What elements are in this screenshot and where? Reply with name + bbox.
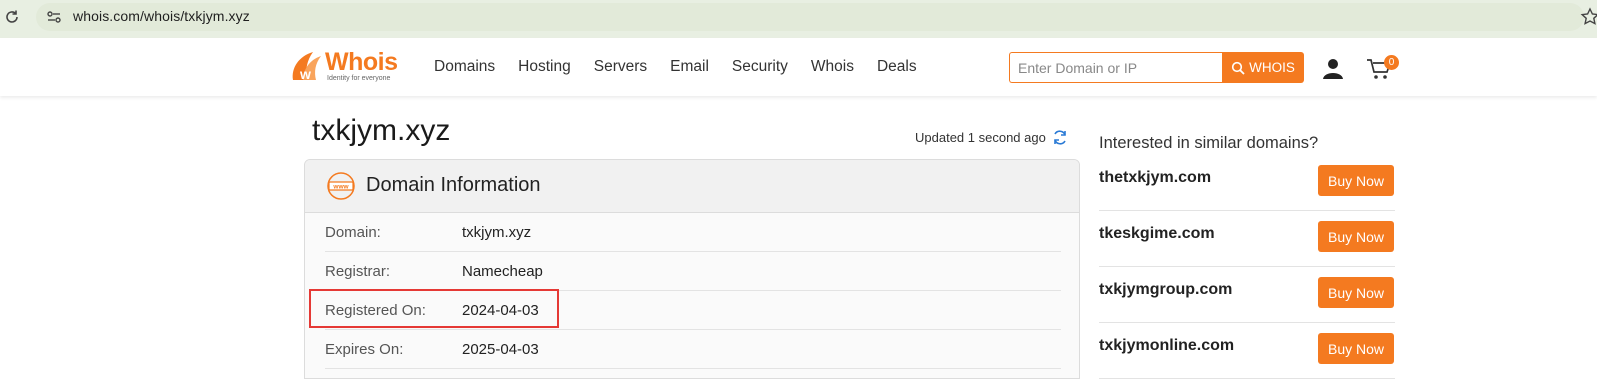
buy-now-button[interactable]: Buy Now	[1318, 333, 1394, 364]
similar-domains-title: Interested in similar domains?	[1099, 134, 1319, 152]
nav-hosting[interactable]: Hosting	[518, 58, 571, 76]
info-row-expires-on: Expires On: 2025-04-03	[325, 330, 1061, 369]
info-label: Domain:	[325, 224, 381, 241]
updated-timestamp: Updated 1 second ago	[915, 130, 1046, 145]
info-label: Expires On:	[325, 341, 404, 358]
info-row-domain: Domain: txkjym.xyz	[325, 213, 1061, 252]
site-info-icon[interactable]	[45, 8, 63, 26]
info-row-registrar: Registrar: Namecheap	[325, 252, 1061, 291]
search-icon	[1232, 61, 1245, 75]
reload-icon[interactable]	[3, 8, 21, 26]
browser-toolbar: whois.com/whois/txkjym.xyz	[0, 0, 1597, 38]
nav-security[interactable]: Security	[732, 58, 788, 76]
nav-whois[interactable]: Whois	[811, 58, 854, 76]
refresh-icon[interactable]	[1052, 129, 1068, 146]
logo-wordmark: Whois	[325, 48, 398, 76]
panel-title: Domain Information	[366, 174, 541, 196]
whois-search-button[interactable]: WHOIS	[1222, 52, 1304, 83]
suggestion-item: thetxkjym.com Buy Now	[1099, 155, 1395, 211]
www-globe-icon: www	[327, 172, 355, 200]
info-value: txkjym.xyz	[462, 224, 532, 241]
domain-information-panel: www Domain Information Domain: txkjym.xy…	[304, 159, 1080, 379]
whois-logo-mark-icon: w	[292, 52, 321, 82]
nav-email[interactable]: Email	[670, 58, 709, 76]
buy-now-button[interactable]: Buy Now	[1318, 221, 1394, 252]
registered-on-highlight-box	[309, 289, 559, 328]
address-bar[interactable]	[36, 3, 1584, 31]
panel-header: www Domain Information	[305, 160, 1079, 213]
buy-now-button[interactable]: Buy Now	[1318, 165, 1394, 196]
info-value: Namecheap	[462, 263, 543, 280]
buy-now-button[interactable]: Buy Now	[1318, 277, 1394, 308]
suggested-domain-name[interactable]: tkeskgime.com	[1099, 225, 1215, 243]
suggestion-item: txkjymgroup.com Buy Now	[1099, 267, 1395, 323]
site-header: w Whois Identity for everyone Domains Ho…	[0, 38, 1597, 96]
bookmark-star-icon[interactable]	[1580, 7, 1597, 27]
domain-search-input[interactable]	[1009, 52, 1223, 83]
suggested-domain-name[interactable]: txkjymgroup.com	[1099, 281, 1232, 299]
whois-search-label: WHOIS	[1249, 60, 1295, 75]
svg-text:w: w	[299, 66, 311, 82]
suggestion-item: tkeskgime.com Buy Now	[1099, 211, 1395, 267]
suggested-domain-name[interactable]: txkjymonline.com	[1099, 337, 1234, 355]
nav-deals[interactable]: Deals	[877, 58, 917, 76]
nav-domains[interactable]: Domains	[434, 58, 495, 76]
info-label: Registrar:	[325, 263, 391, 280]
suggestion-item: txkjymonline.com Buy Now	[1099, 323, 1395, 379]
whois-logo[interactable]: w Whois Identity for everyone	[289, 48, 409, 86]
user-account-icon[interactable]	[1321, 56, 1345, 80]
main-nav: Domains Hosting Servers Email Security W…	[434, 58, 940, 76]
suggested-domain-name[interactable]: thetxkjym.com	[1099, 169, 1211, 187]
nav-servers[interactable]: Servers	[594, 58, 647, 76]
cart-count-badge: 0	[1384, 55, 1399, 70]
url-text[interactable]: whois.com/whois/txkjym.xyz	[73, 8, 250, 24]
info-value: 2025-04-03	[462, 341, 539, 358]
page-title: txkjym.xyz	[312, 114, 451, 147]
logo-tagline: Identity for everyone	[327, 75, 391, 82]
svg-text:www: www	[332, 184, 349, 191]
